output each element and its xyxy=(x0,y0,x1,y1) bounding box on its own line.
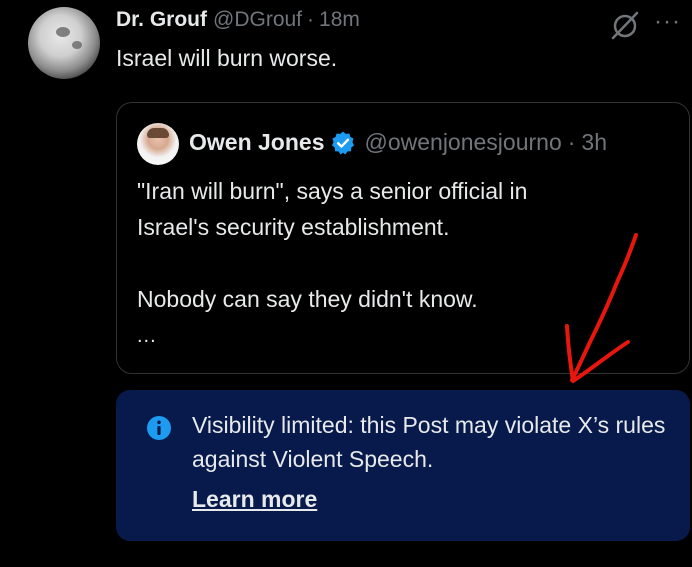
author-name[interactable]: Dr. Grouf xyxy=(116,8,207,32)
quoted-author-name[interactable]: Owen Jones xyxy=(189,129,324,156)
visibility-notice: Visibility limited: this Post may violat… xyxy=(116,390,690,541)
separator-dot: · xyxy=(307,8,315,31)
notice-text: Visibility limited: this Post may violat… xyxy=(192,412,666,472)
separator-dot: · xyxy=(567,129,576,155)
quoted-ellipsis: ... xyxy=(137,325,157,347)
quoted-time[interactable]: 3h xyxy=(581,129,607,156)
verified-badge-icon xyxy=(332,131,355,154)
tweet-time[interactable]: 18m xyxy=(319,8,360,32)
tweet-text: Israel will burn worse. xyxy=(116,45,338,71)
avatar-detail xyxy=(56,27,70,37)
author-handle[interactable]: @DGrouf xyxy=(213,8,302,32)
avatar-detail xyxy=(72,41,82,49)
quoted-header: Owen Jones @owenjonesjourno · 3h xyxy=(189,129,607,156)
tweet-header: Dr. Grouf @DGrouf · 18m xyxy=(116,8,360,32)
grok-icon[interactable] xyxy=(608,8,642,42)
quoted-text-line: "Iran will burn", says a senior official… xyxy=(137,178,528,204)
quoted-tweet[interactable]: Owen Jones @owenjonesjourno · 3h "Iran w… xyxy=(116,102,690,374)
quoted-text-line: Israel's security establishment. xyxy=(137,214,450,240)
quoted-author-handle[interactable]: @owenjonesjourno xyxy=(364,129,561,156)
learn-more-link[interactable]: Learn more xyxy=(192,486,317,513)
info-icon xyxy=(147,416,171,440)
avatar[interactable] xyxy=(28,7,100,79)
tweet-page: Dr. Grouf @DGrouf · 18m ··· Israel will … xyxy=(0,0,692,567)
avatar-detail xyxy=(147,128,169,138)
more-horizontal-icon[interactable]: ··· xyxy=(654,10,686,34)
quoted-text-line: Nobody can say they didn't know. xyxy=(137,286,478,312)
quoted-avatar[interactable] xyxy=(137,123,179,165)
